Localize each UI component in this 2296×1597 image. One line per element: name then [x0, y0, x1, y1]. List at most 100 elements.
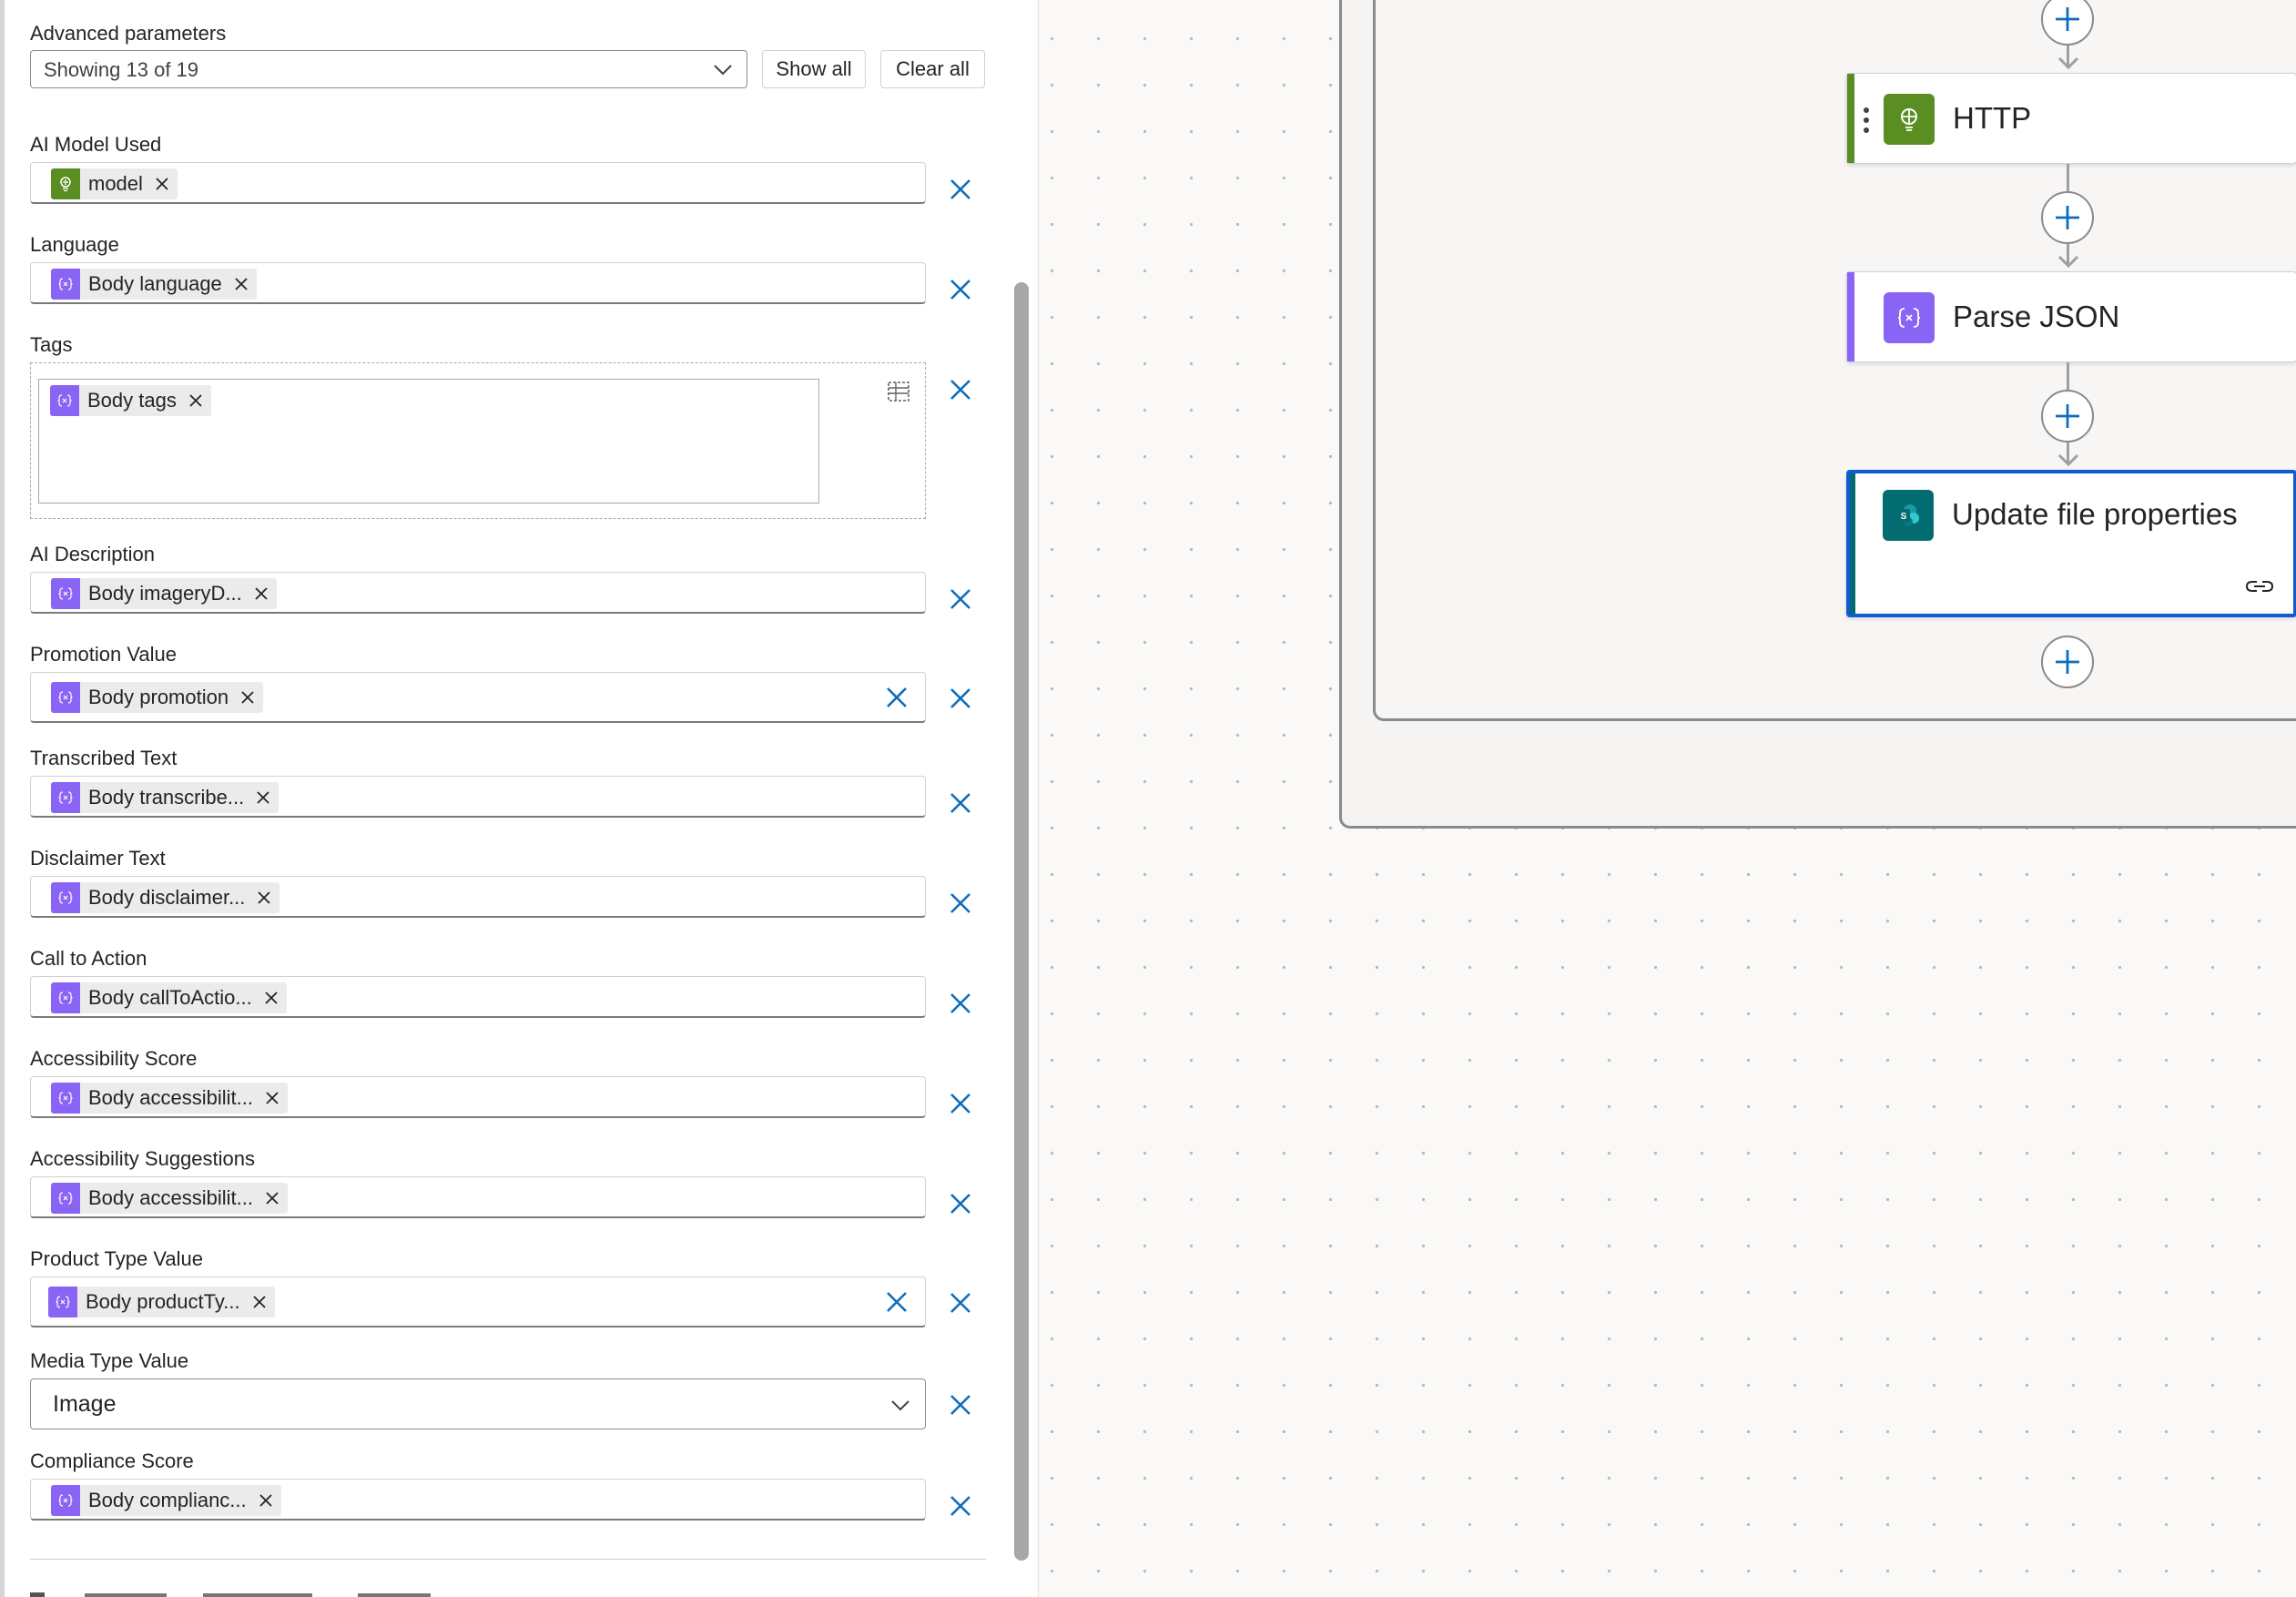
parse-json-action-card[interactable]: Parse JSON	[1846, 271, 2296, 362]
token-chip[interactable]: Body tags	[50, 385, 211, 416]
language-field[interactable]: Body language	[30, 262, 926, 304]
plus-icon	[2056, 206, 2079, 229]
token-chip[interactable]: Body complianc...	[51, 1485, 281, 1516]
connector-line	[2067, 362, 2069, 393]
param-label: Promotion Value	[30, 643, 178, 666]
show-all-button[interactable]: Show all	[762, 50, 866, 88]
arrow-down-icon	[2057, 56, 2079, 69]
token-chip[interactable]: Body productTy...	[48, 1287, 275, 1317]
tags-array-input[interactable]: Body tags	[38, 379, 819, 504]
promotion-value-field[interactable]: Body promotion	[30, 672, 926, 723]
product-type-value-field[interactable]: Body productTy...	[30, 1277, 926, 1327]
curly-braces-icon	[51, 1083, 80, 1114]
close-icon[interactable]	[258, 1492, 274, 1509]
accessibility-suggestions-field[interactable]: Body accessibilit...	[30, 1176, 926, 1218]
clipped-text-fragment	[30, 1592, 431, 1597]
transcribed-text-field[interactable]: Body transcribe...	[30, 776, 926, 818]
close-icon[interactable]	[233, 276, 249, 292]
ai-model-field[interactable]: model	[30, 162, 926, 204]
close-icon[interactable]	[263, 990, 279, 1006]
token-chip[interactable]: Body accessibilit...	[51, 1183, 288, 1214]
ai-description-field[interactable]: Body imageryD...	[30, 572, 926, 614]
curly-braces-icon	[50, 385, 79, 416]
remove-parameter-icon[interactable]	[947, 585, 974, 613]
flow-designer-canvas[interactable]: HTTP Parse JSON S Update file properties	[1039, 0, 2296, 1597]
call-to-action-field[interactable]: Body callToActio...	[30, 976, 926, 1018]
token-label: Body tags	[87, 389, 177, 412]
insert-step-button[interactable]	[2041, 390, 2094, 442]
compliance-score-field[interactable]: Body complianc...	[30, 1479, 926, 1521]
remove-parameter-icon[interactable]	[947, 789, 974, 817]
remove-parameter-icon[interactable]	[947, 176, 974, 203]
param-label: Disclaimer Text	[30, 847, 166, 870]
media-type-select[interactable]: Image	[30, 1378, 926, 1429]
card-title: Parse JSON	[1953, 300, 2120, 333]
switch-to-table-icon[interactable]	[884, 376, 913, 405]
token-chip[interactable]: Body promotion	[51, 682, 264, 713]
remove-parameter-icon[interactable]	[947, 1391, 974, 1419]
token-chip[interactable]: Body language	[51, 269, 257, 300]
remove-parameter-icon[interactable]	[947, 1090, 974, 1117]
token-chip[interactable]: Body accessibilit...	[51, 1083, 288, 1114]
param-label: Product Type Value	[30, 1247, 203, 1270]
close-icon[interactable]	[251, 1294, 268, 1310]
param-label: Transcribed Text	[30, 747, 178, 769]
card-accent	[1847, 272, 1854, 361]
globe-bulb-icon	[1884, 94, 1935, 145]
http-action-card[interactable]: HTTP	[1846, 73, 2296, 164]
insert-step-button[interactable]	[2041, 191, 2094, 244]
token-label: Body imageryD...	[88, 582, 242, 605]
token-label: Body accessibilit...	[88, 1186, 253, 1209]
card-accent	[1850, 473, 1855, 614]
advanced-parameters-dropdown[interactable]: Showing 13 of 19	[30, 50, 747, 88]
token-label: Body disclaimer...	[88, 886, 246, 909]
token-chip[interactable]: model	[51, 168, 178, 199]
plus-icon	[2056, 650, 2079, 674]
clear-value-icon[interactable]	[883, 684, 910, 711]
connection-link-icon[interactable]	[2244, 574, 2275, 599]
token-label: Body accessibilit...	[88, 1086, 253, 1109]
panel-scrollbar[interactable]	[1014, 282, 1029, 1561]
close-icon[interactable]	[255, 789, 271, 806]
curly-braces-icon	[1884, 292, 1935, 343]
disclaimer-text-field[interactable]: Body disclaimer...	[30, 876, 926, 918]
drag-handle-icon[interactable]	[1863, 107, 1870, 134]
close-icon[interactable]	[264, 1090, 280, 1106]
advanced-parameters-label: Advanced parameters	[30, 22, 227, 45]
clear-value-icon[interactable]	[883, 1288, 910, 1316]
remove-parameter-icon[interactable]	[947, 376, 974, 403]
remove-parameter-icon[interactable]	[947, 1190, 974, 1217]
param-label: Accessibility Suggestions	[30, 1147, 256, 1170]
chevron-down-icon	[714, 65, 732, 76]
remove-parameter-icon[interactable]	[947, 890, 974, 917]
remove-parameter-icon[interactable]	[947, 1289, 974, 1317]
insert-step-button[interactable]	[2041, 636, 2094, 688]
remove-parameter-icon[interactable]	[947, 276, 974, 303]
close-icon[interactable]	[239, 689, 256, 706]
close-icon[interactable]	[253, 585, 269, 602]
section-divider	[30, 1559, 986, 1560]
card-accent	[1847, 74, 1854, 163]
clear-all-button[interactable]: Clear all	[880, 50, 985, 88]
param-label: Language	[30, 233, 119, 256]
panel-edge	[0, 0, 5, 1597]
param-label: AI Model Used	[30, 133, 162, 156]
update-file-properties-action-card[interactable]: S Update file properties	[1846, 470, 2296, 617]
close-icon[interactable]	[188, 392, 204, 409]
close-icon[interactable]	[154, 176, 170, 192]
close-icon[interactable]	[264, 1190, 280, 1206]
tags-field[interactable]: Body tags	[30, 362, 926, 519]
plus-icon	[2056, 404, 2079, 428]
remove-parameter-icon[interactable]	[947, 990, 974, 1017]
token-chip[interactable]: Body transcribe...	[51, 782, 279, 813]
card-title: Update file properties	[1952, 497, 2238, 531]
token-chip[interactable]: Body imageryD...	[51, 578, 277, 609]
token-chip[interactable]: Body disclaimer...	[51, 882, 280, 913]
accessibility-score-field[interactable]: Body accessibilit...	[30, 1076, 926, 1118]
connector-line	[2067, 164, 2069, 195]
token-chip[interactable]: Body callToActio...	[51, 982, 287, 1013]
remove-parameter-icon[interactable]	[947, 1492, 974, 1520]
remove-parameter-icon[interactable]	[947, 685, 974, 712]
param-label: Compliance Score	[30, 1450, 194, 1472]
close-icon[interactable]	[256, 890, 272, 906]
